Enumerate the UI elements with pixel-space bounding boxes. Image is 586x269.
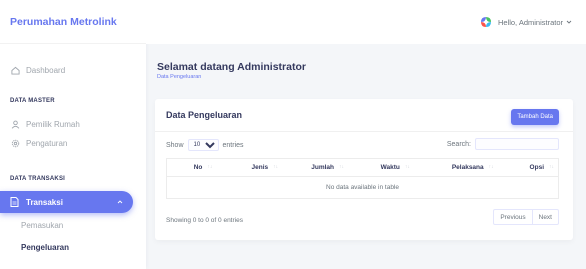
avatar	[479, 15, 493, 29]
user-greeting: Hello, Administrator	[497, 17, 563, 27]
home-icon	[10, 65, 20, 75]
chevron-up-icon	[117, 198, 123, 207]
table-row: No data available in table	[166, 176, 559, 199]
sort-icon: ↑↓	[339, 164, 345, 170]
sidebar: Perumahan Metrolink Dashboard DATA MASTE…	[0, 0, 146, 269]
sort-icon: ↑↓	[488, 164, 494, 170]
sidebar-item-label: Transaksi	[26, 197, 63, 207]
sidebar-item-label: Pengaturan	[26, 138, 68, 148]
breadcrumb[interactable]: Data Pengeluaran	[157, 74, 201, 80]
sort-icon: ↑↓	[404, 164, 410, 170]
table-info: Showing 0 to 0 of 0 entries	[166, 217, 243, 224]
pagination: Previous Next	[493, 209, 559, 225]
table-header-row: No ↑↓ Jenis ↑↓ Jumlah ↑↓ Waktu ↑↓ Pelaksana ↑↓ Ops…	[166, 158, 559, 177]
top-navbar: Hello, Administrator	[146, 0, 586, 44]
submenu-item-pengeluaran[interactable]: Pengeluaran	[21, 243, 69, 252]
column-header[interactable]: Waktu ↑↓	[348, 158, 414, 177]
section-header-data-transaksi: DATA TRANSAKSI	[10, 176, 66, 182]
show-label: Show	[166, 141, 184, 149]
page-title: Selamat datang Administrator	[157, 61, 306, 73]
user-menu[interactable]: Hello, Administrator	[479, 15, 572, 29]
chevron-down-icon	[566, 18, 572, 27]
column-header-label: Opsi	[529, 164, 544, 171]
previous-button[interactable]: Previous	[493, 209, 533, 225]
gear-icon	[10, 138, 20, 148]
column-header[interactable]: Pelaksana ↑↓	[413, 158, 498, 177]
sort-icon: ↑↓	[549, 164, 554, 170]
column-header-label: Waktu	[380, 164, 400, 171]
entries-length-control: Show 10 entries	[166, 139, 244, 151]
sidebar-item-dashboard[interactable]: Dashboard	[0, 59, 146, 81]
sort-icon: ↑↓	[207, 164, 213, 170]
brand-logo[interactable]: Perumahan Metrolink	[0, 0, 146, 44]
entries-label: entries	[222, 141, 244, 149]
column-header[interactable]: Opsi ↑↓	[497, 158, 559, 177]
search-label: Search:	[446, 140, 471, 148]
search-control: Search:	[447, 138, 559, 150]
search-input[interactable]	[475, 138, 559, 150]
add-data-button[interactable]: Tambah Data	[511, 109, 559, 125]
column-header-label: Jenis	[251, 164, 269, 171]
entries-select[interactable]: 10	[187, 139, 219, 151]
document-icon	[10, 197, 20, 207]
next-button[interactable]: Next	[532, 209, 559, 225]
card-title: Data Pengeluaran	[166, 110, 243, 120]
divider	[155, 131, 573, 132]
submenu-item-pemasukan[interactable]: Pemasukan	[21, 221, 63, 230]
data-table: No ↑↓ Jenis ↑↓ Jumlah ↑↓ Waktu ↑↓ Pelaksana ↑↓ Ops…	[166, 158, 559, 199]
sidebar-item-label: Dashboard	[26, 65, 66, 75]
column-header-label: Pelaksana	[451, 164, 484, 171]
user-icon	[10, 119, 20, 129]
column-header-label: Jumlah	[311, 164, 335, 171]
sidebar-item-label: Pemilik Rumah	[26, 119, 80, 129]
column-header[interactable]: Jumlah ↑↓	[282, 158, 349, 177]
empty-table-message: No data available in table	[166, 176, 559, 199]
column-header[interactable]: No ↑↓	[166, 158, 217, 177]
column-header[interactable]: Jenis ↑↓	[216, 158, 283, 177]
sort-icon: ↑↓	[273, 164, 279, 170]
section-header-data-master: DATA MASTER	[10, 98, 55, 104]
data-card: Data Pengeluaran Tambah Data Show 10 ent…	[155, 99, 573, 240]
sidebar-item-transaksi[interactable]: Transaksi	[0, 191, 133, 213]
sidebar-item-pengaturan[interactable]: Pengaturan	[0, 132, 146, 154]
column-header-label: No	[193, 164, 203, 171]
